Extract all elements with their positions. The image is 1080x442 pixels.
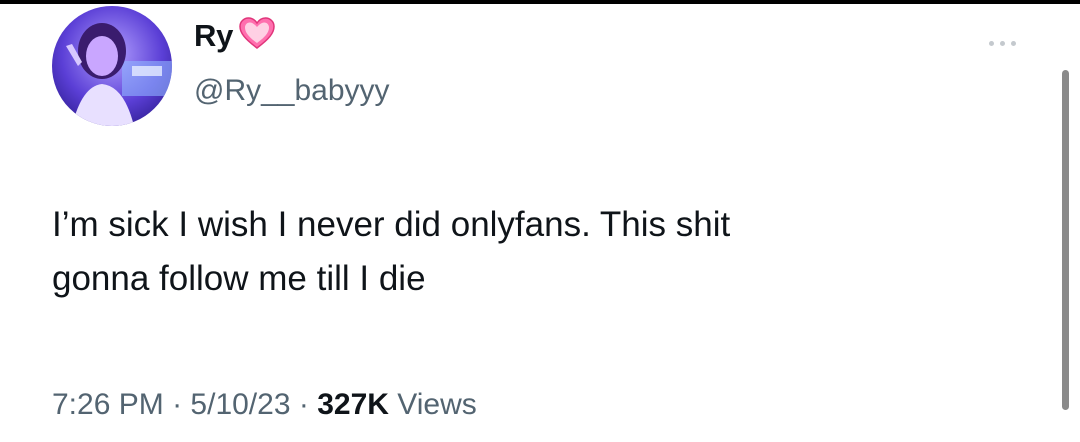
- pink-heart-icon: [237, 14, 277, 54]
- tweet-date[interactable]: 5/10/23: [190, 388, 290, 421]
- tweet-text-line-2: gonna follow me till I die: [52, 259, 426, 298]
- tweet-text: I’m sick I wish I never did onlyfans. Th…: [52, 198, 1012, 306]
- avatar[interactable]: [52, 6, 172, 126]
- display-name-row[interactable]: Ry: [194, 17, 277, 54]
- scrollbar[interactable]: [1062, 70, 1069, 410]
- tweet-card: Ry @Ry__babyyy I’m sick I wish I never d…: [0, 0, 1080, 442]
- meta-separator: ·: [172, 388, 183, 421]
- tweet-time[interactable]: 7:26 PM: [52, 388, 164, 421]
- more-options-icon[interactable]: [980, 36, 1024, 50]
- display-name[interactable]: Ry: [194, 18, 233, 54]
- tweet-meta: 7:26 PM · 5/10/23 · 327K Views: [52, 388, 477, 422]
- tweet-text-line-1: I’m sick I wish I never did onlyfans. Th…: [52, 205, 731, 244]
- views-count[interactable]: 327K: [317, 388, 389, 421]
- user-handle[interactable]: @Ry__babyyy: [194, 74, 390, 108]
- views-label: Views: [397, 388, 477, 421]
- meta-separator: ·: [298, 388, 309, 421]
